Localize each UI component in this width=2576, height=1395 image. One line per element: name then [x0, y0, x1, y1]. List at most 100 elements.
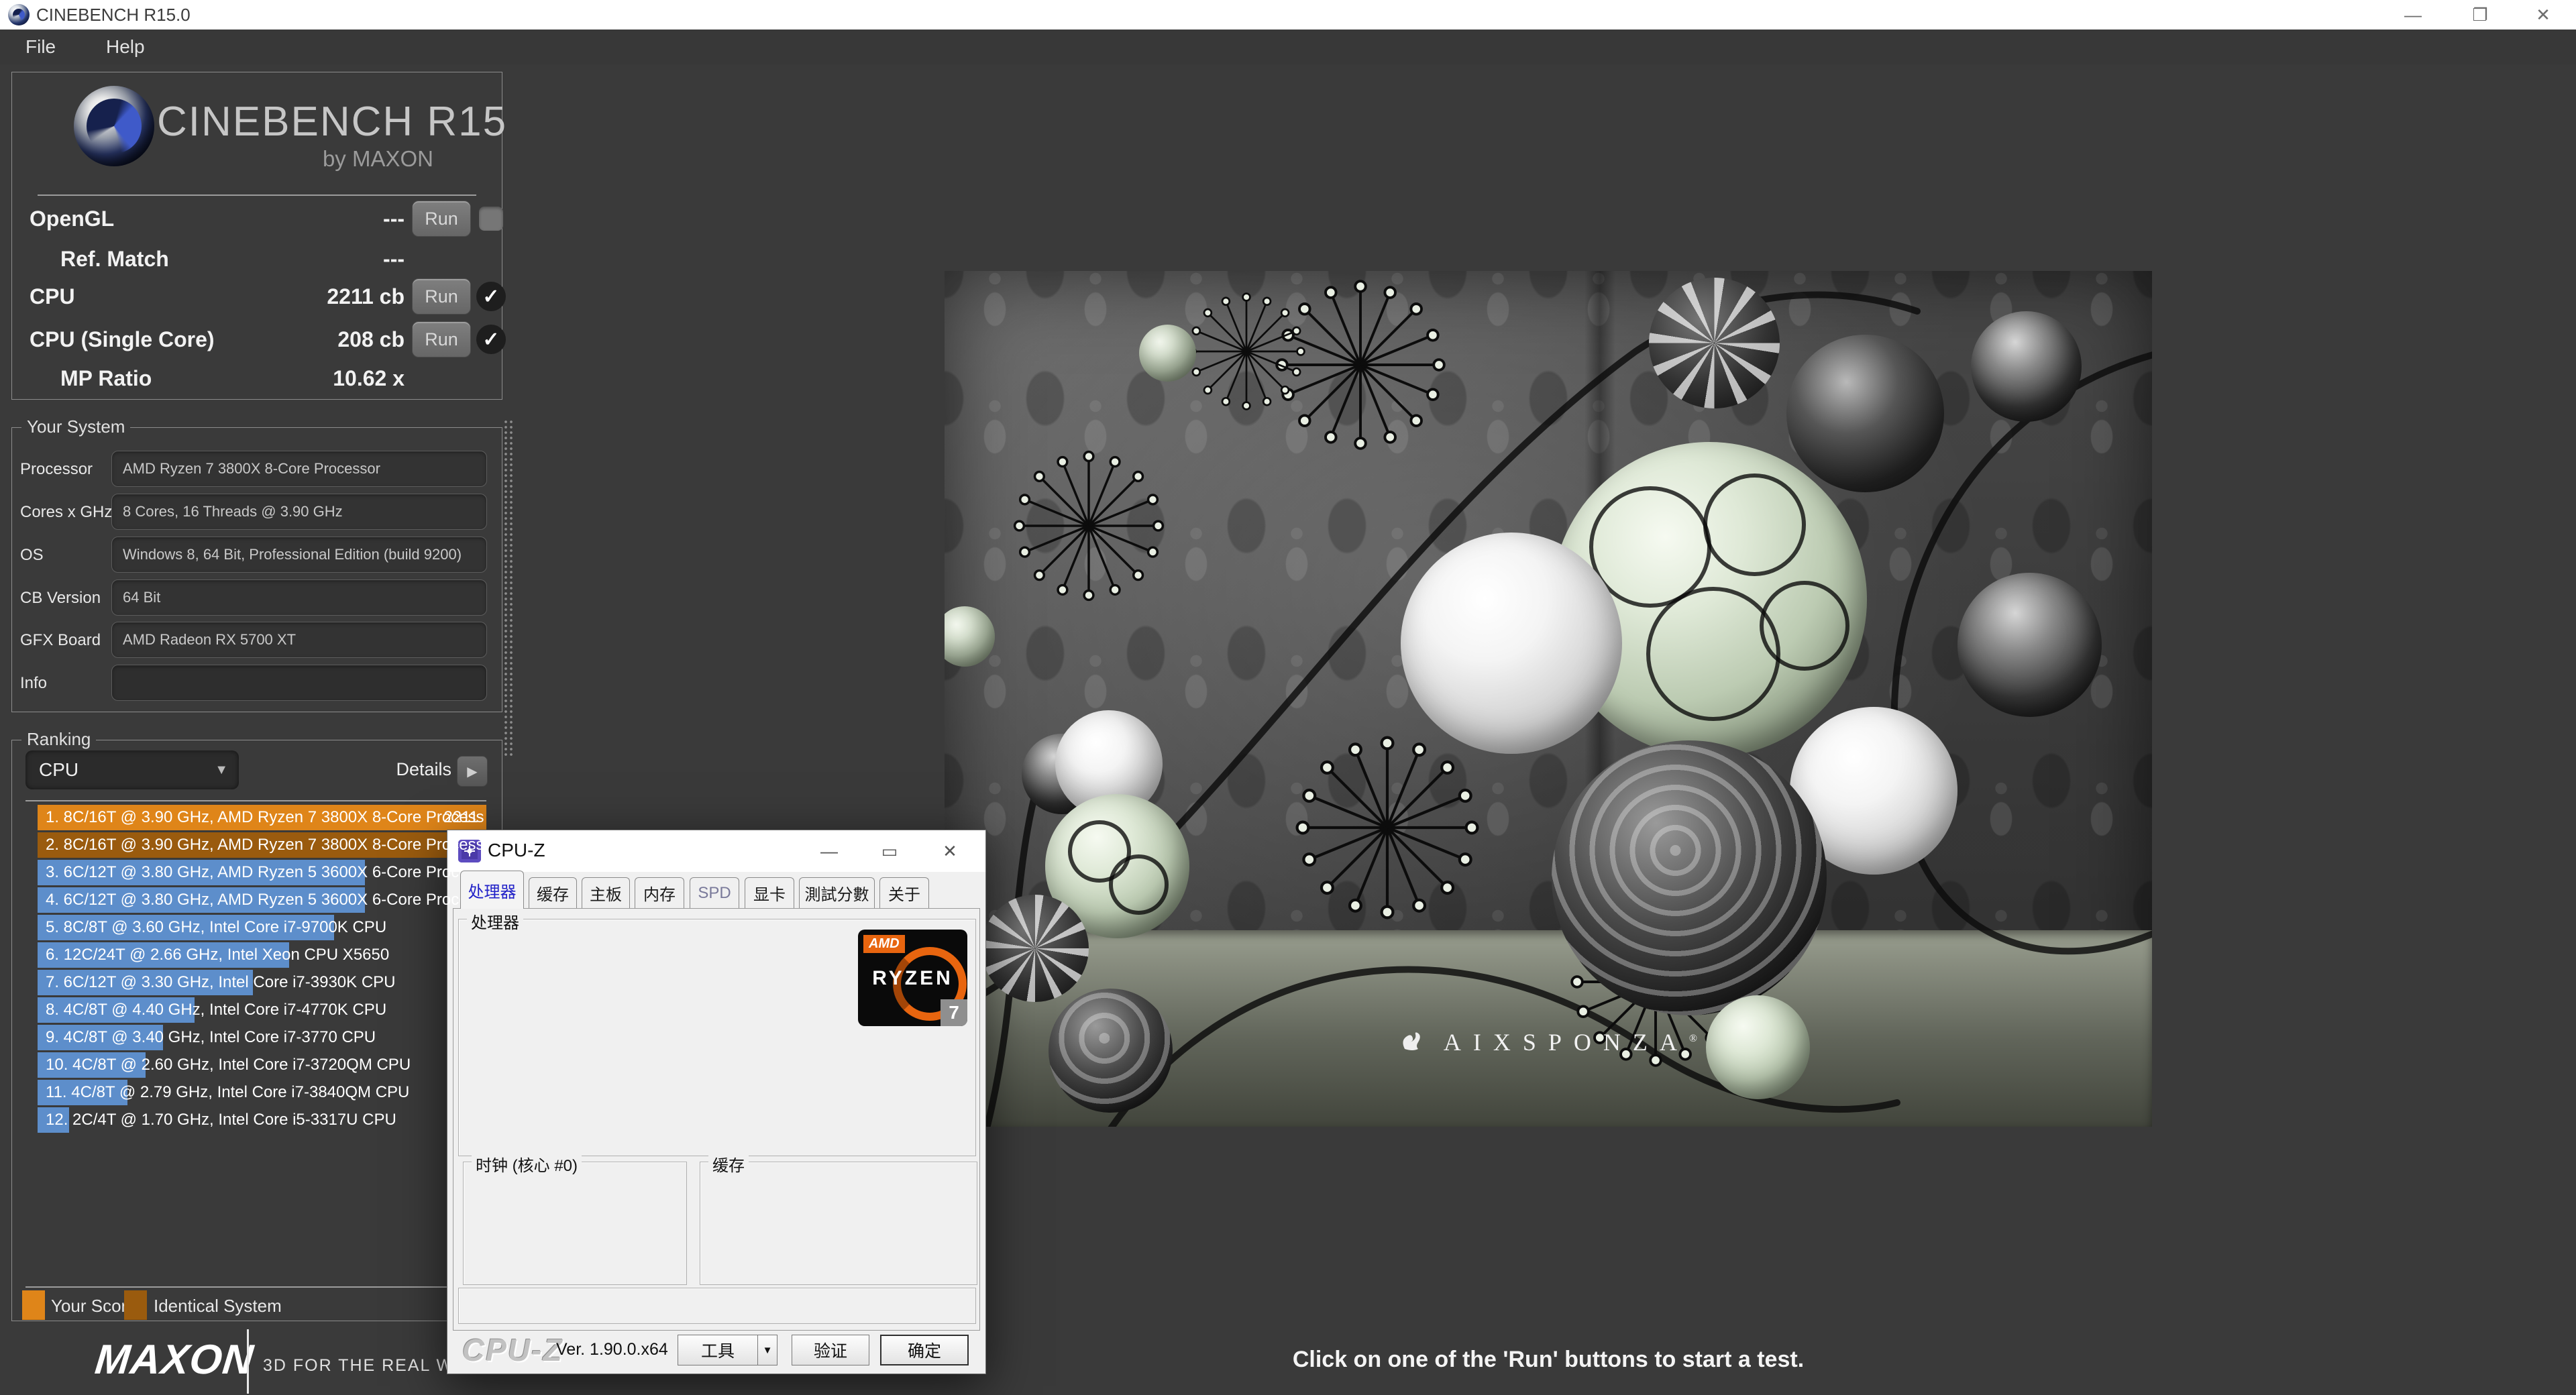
- rank-label: 3. 6C/12T @ 3.80 GHz, AMD Ryzen 5 3600X …: [46, 863, 484, 882]
- tab-cache[interactable]: 缓存: [529, 877, 577, 908]
- ranking-row[interactable]: 6. 12C/24T @ 2.66 GHz, Intel Xeon CPU X5…: [38, 942, 486, 968]
- cpuz-window: CPU-Z — ▭ ✕ 处理器 缓存 主板 内存 SPD 显卡 測試分數 关于 …: [447, 830, 986, 1374]
- minimize-icon: —: [2404, 5, 2422, 25]
- maximize-icon: ▭: [881, 841, 898, 862]
- minimize-icon: —: [820, 841, 838, 862]
- ryzen-badge: AMD RYZEN 7: [858, 930, 967, 1026]
- rank-label: 6. 12C/24T @ 2.66 GHz, Intel Xeon CPU X5…: [46, 946, 389, 964]
- legend-your-score-swatch: [22, 1290, 45, 1320]
- tab-processor[interactable]: 处理器: [460, 871, 524, 909]
- validate-button[interactable]: 验证: [792, 1335, 869, 1365]
- watermark-text: AIXSPONZA: [1444, 1029, 1689, 1056]
- divider: [247, 1329, 249, 1394]
- ranking-row[interactable]: 3. 6C/12T @ 3.80 GHz, AMD Ryzen 5 3600X …: [38, 860, 486, 885]
- close-button[interactable]: ✕: [2520, 0, 2567, 30]
- window-title: CINEBENCH R15.0: [36, 5, 191, 25]
- caret-right-icon: ▶: [467, 763, 477, 780]
- rank-label: 7. 6C/12T @ 3.30 GHz, Intel Core i7-3930…: [46, 973, 396, 992]
- rank-label: 1. 8C/16T @ 3.90 GHz, AMD Ryzen 7 3800X …: [46, 808, 484, 827]
- divider: [25, 800, 486, 801]
- refmatch-value: ---: [254, 247, 405, 272]
- cpuz-close-button[interactable]: ✕: [935, 837, 965, 865]
- tab-graphics[interactable]: 显卡: [745, 877, 794, 908]
- tab-memory[interactable]: 内存: [635, 877, 684, 908]
- cpu-single-value: 208 cb: [254, 327, 405, 352]
- cinebench-titlebar[interactable]: CINEBENCH R15.0 — ❐ ✕: [0, 0, 2576, 30]
- selection-groupbox: [458, 1288, 976, 1324]
- mp-ratio-label: MP Ratio: [60, 366, 152, 391]
- ranking-row[interactable]: 1. 8C/16T @ 3.90 GHz, AMD Ryzen 7 3800X …: [38, 805, 486, 830]
- your-system-title: Your System: [21, 416, 130, 437]
- cpu-check-icon: ✓: [476, 282, 506, 311]
- render-sphere: [1401, 533, 1622, 754]
- ranking-filter-value: CPU: [39, 759, 78, 781]
- scores-panel: CINEBENCH R15 by MAXON OpenGL --- Run Re…: [11, 72, 502, 400]
- check-glyph: ✓: [482, 285, 499, 309]
- rank-label: 2. 8C/16T @ 3.90 GHz, AMD Ryzen 7 3800X …: [46, 836, 484, 854]
- ranking-row[interactable]: 10. 4C/8T @ 2.60 GHz, Intel Core i7-3720…: [38, 1052, 486, 1078]
- close-icon: ✕: [943, 841, 957, 862]
- opengl-run-button[interactable]: Run: [412, 201, 471, 237]
- clocks-group-label: 时钟 (核心 #0): [472, 1152, 582, 1176]
- cpuz-maximize-button[interactable]: ▭: [875, 837, 904, 865]
- render-sphere: [1649, 278, 1780, 408]
- restore-button[interactable]: ❐: [2457, 0, 2504, 30]
- rank-label: 8. 4C/8T @ 4.40 GHz, Intel Core i7-4770K…: [46, 1001, 386, 1019]
- rank-label: 5. 8C/8T @ 3.60 GHz, Intel Core i7-9700K…: [46, 918, 386, 937]
- opengl-checkbox[interactable]: [479, 207, 503, 231]
- ranking-row[interactable]: 9. 4C/8T @ 3.40 GHz, Intel Core i7-3770 …: [38, 1025, 486, 1050]
- cpu-single-run-button[interactable]: Run: [412, 321, 471, 357]
- ranking-row[interactable]: 2. 8C/16T @ 3.90 GHz, AMD Ryzen 7 3800X …: [38, 832, 486, 858]
- cpuz-minimize-button[interactable]: —: [814, 837, 844, 865]
- cpu-run-button[interactable]: Run: [412, 278, 471, 315]
- ranking-title: Ranking: [21, 729, 96, 750]
- details-button[interactable]: ▶: [457, 756, 488, 787]
- ryzen-logo-text: RYZEN: [858, 967, 967, 990]
- menu-help[interactable]: Help: [106, 36, 145, 58]
- tools-dropdown-button[interactable]: ▼: [757, 1335, 777, 1365]
- run-hint-text: Click on one of the 'Run' buttons to sta…: [945, 1347, 2152, 1373]
- divider: [38, 194, 476, 196]
- run-label: Run: [425, 329, 458, 350]
- watermark-reg: ®: [1689, 1033, 1697, 1044]
- cinebench-app-icon: [8, 4, 30, 25]
- menu-file[interactable]: File: [25, 36, 56, 58]
- tab-bench[interactable]: 測試分數: [799, 877, 875, 908]
- ranking-row[interactable]: 5. 8C/8T @ 3.60 GHz, Intel Core i7-9700K…: [38, 915, 486, 940]
- minimize-button[interactable]: —: [2390, 0, 2436, 30]
- validate-label: 验证: [814, 1338, 847, 1362]
- ranking-filter-dropdown[interactable]: CPU ▼: [25, 750, 239, 789]
- refmatch-label: Ref. Match: [60, 247, 169, 272]
- chevron-down-icon: ▼: [763, 1345, 773, 1356]
- cinebench-logo-subtitle: by MAXON: [299, 146, 433, 172]
- ranking-row[interactable]: 11. 4C/8T @ 2.79 GHz, Intel Core i7-3840…: [38, 1080, 486, 1105]
- tools-button[interactable]: 工具: [678, 1335, 758, 1365]
- swan-icon: [1399, 1029, 1426, 1056]
- render-preview-image: AIXSPONZA®: [945, 271, 2152, 1127]
- panel-resize-grip[interactable]: [503, 419, 514, 758]
- cpu-label: CPU: [30, 284, 75, 309]
- cache-groupbox: 缓存: [700, 1162, 977, 1285]
- system-row-label: Processor: [20, 460, 93, 479]
- render-sphere: [1786, 335, 1944, 492]
- tab-about[interactable]: 关于: [879, 877, 929, 908]
- ranking-row[interactable]: 12. 2C/4T @ 1.70 GHz, Intel Core i5-3317…: [38, 1107, 486, 1133]
- render-sphere: [1957, 573, 2102, 717]
- cpuz-titlebar[interactable]: CPU-Z — ▭ ✕: [447, 830, 985, 872]
- system-row-value: Windows 8, 64 Bit, Professional Edition …: [111, 537, 487, 573]
- tab-spd[interactable]: SPD: [690, 877, 739, 908]
- system-row-value: 64 Bit: [111, 579, 487, 616]
- legend-identical-system-swatch: [124, 1290, 147, 1320]
- chevron-down-icon: ▼: [215, 763, 228, 778]
- run-label: Run: [425, 286, 458, 307]
- cpuz-version: Ver. 1.90.0.x64: [556, 1340, 668, 1359]
- ranking-row[interactable]: 7. 6C/12T @ 3.30 GHz, Intel Core i7-3930…: [38, 970, 486, 995]
- ranking-row[interactable]: 8. 4C/8T @ 4.40 GHz, Intel Core i7-4770K…: [38, 997, 486, 1023]
- opengl-value: ---: [254, 207, 405, 231]
- tab-mainboard[interactable]: 主板: [582, 877, 630, 908]
- system-row-value: AMD Ryzen 7 3800X 8-Core Processor: [111, 451, 487, 487]
- ranking-row[interactable]: 4. 6C/12T @ 3.80 GHz, AMD Ryzen 5 3600X …: [38, 887, 486, 913]
- system-info-value: [111, 665, 487, 701]
- cpu-single-label: CPU (Single Core): [30, 327, 215, 352]
- ok-button[interactable]: 确定: [880, 1335, 969, 1365]
